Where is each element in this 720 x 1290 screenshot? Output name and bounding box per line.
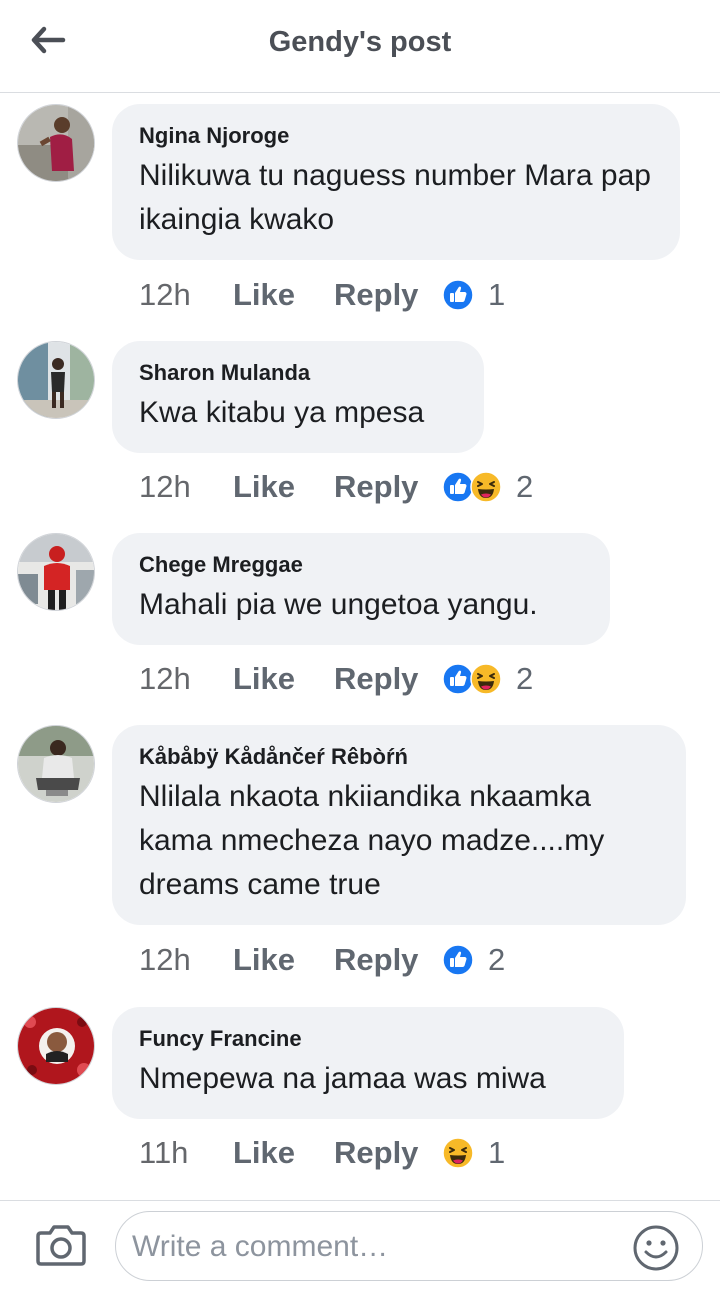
comment-composer [0, 1200, 720, 1290]
comment-input-box[interactable] [115, 1211, 703, 1281]
comment-bubble[interactable]: Funcy Francine Nmepewa na jamaa was miwa [112, 1007, 624, 1119]
reaction-count: 2 [488, 942, 506, 977]
reaction-count: 1 [488, 277, 506, 312]
comment-text: Mahali pia we ungetoa yangu. [139, 588, 538, 621]
reply-button[interactable]: Reply [334, 661, 442, 697]
comment-actions: 12h Like Reply 1 [139, 275, 505, 315]
camera-icon [36, 1225, 86, 1266]
comment-actions: 12h Like Reply 2 [139, 940, 505, 980]
reply-button[interactable]: Reply [334, 1135, 442, 1171]
reaction-count: 1 [488, 1135, 506, 1170]
haha-reaction-icon [470, 471, 502, 503]
reply-button[interactable]: Reply [334, 469, 442, 505]
like-reaction-icon [442, 944, 474, 976]
comment-author[interactable]: Chege Mreggae [139, 551, 584, 579]
comment-time[interactable]: 12h [139, 661, 233, 697]
comment-bubble[interactable]: Chege Mreggae Mahali pia we ungetoa yang… [112, 533, 610, 645]
avatar[interactable] [17, 341, 95, 419]
reaction-summary[interactable]: 2 [442, 469, 533, 505]
like-reaction-icon [442, 279, 474, 311]
haha-reaction-icon [442, 1137, 474, 1169]
comment-actions: 12h Like Reply 2 [139, 467, 533, 507]
comment-author[interactable]: Kåbåbÿ Kådånčeŕ Rêbòŕń [139, 743, 660, 771]
haha-reaction-icon [470, 663, 502, 695]
comment-text: Nlilala nkaota nkiiandika nkaamka kama n… [139, 780, 605, 901]
like-button[interactable]: Like [233, 942, 334, 978]
comment-author[interactable]: Sharon Mulanda [139, 359, 458, 387]
comment-time[interactable]: 12h [139, 942, 233, 978]
comment-author[interactable]: Ngina Njoroge [139, 122, 654, 150]
avatar[interactable] [17, 533, 95, 611]
comment-bubble[interactable]: Sharon Mulanda Kwa kitabu ya mpesa [112, 341, 484, 453]
avatar[interactable] [17, 1007, 95, 1085]
reaction-count: 2 [516, 661, 534, 696]
comment-bubble[interactable]: Kåbåbÿ Kådånčeŕ Rêbòŕń Nlilala nkaota nk… [112, 725, 686, 925]
reaction-count: 2 [516, 469, 534, 504]
emoji-button[interactable] [632, 1224, 680, 1272]
comment-actions: 12h Like Reply 2 [139, 659, 533, 699]
comment-time[interactable]: 11h [139, 1135, 233, 1171]
reaction-summary[interactable]: 2 [442, 661, 533, 697]
like-button[interactable]: Like [233, 1135, 334, 1171]
reaction-summary[interactable]: 2 [442, 942, 505, 978]
comment-actions: 11h Like Reply 1 [139, 1133, 505, 1173]
comment-time[interactable]: 12h [139, 277, 233, 313]
avatar[interactable] [17, 725, 95, 803]
comment-author[interactable]: Funcy Francine [139, 1025, 598, 1053]
comment-text: Nilikuwa tu naguess number Mara pap ikai… [139, 159, 651, 236]
comment-text: Nmepewa na jamaa was miwa [139, 1062, 546, 1095]
comment-text: Kwa kitabu ya mpesa [139, 396, 425, 429]
reply-button[interactable]: Reply [334, 277, 442, 313]
page-title: Gendy's post [268, 26, 452, 58]
avatar[interactable] [17, 104, 95, 182]
comment-input[interactable] [130, 1224, 614, 1270]
reply-button[interactable]: Reply [334, 942, 442, 978]
like-button[interactable]: Like [233, 469, 334, 505]
comment-time[interactable]: 12h [139, 469, 233, 505]
comment-bubble[interactable]: Ngina Njoroge Nilikuwa tu naguess number… [112, 104, 680, 260]
reaction-summary[interactable]: 1 [442, 1135, 505, 1171]
top-bar: Gendy's post [0, 0, 720, 93]
emoji-icon [633, 1225, 679, 1271]
like-button[interactable]: Like [233, 661, 334, 697]
reaction-summary[interactable]: 1 [442, 277, 505, 313]
like-button[interactable]: Like [233, 277, 334, 313]
camera-button[interactable] [35, 1221, 87, 1269]
